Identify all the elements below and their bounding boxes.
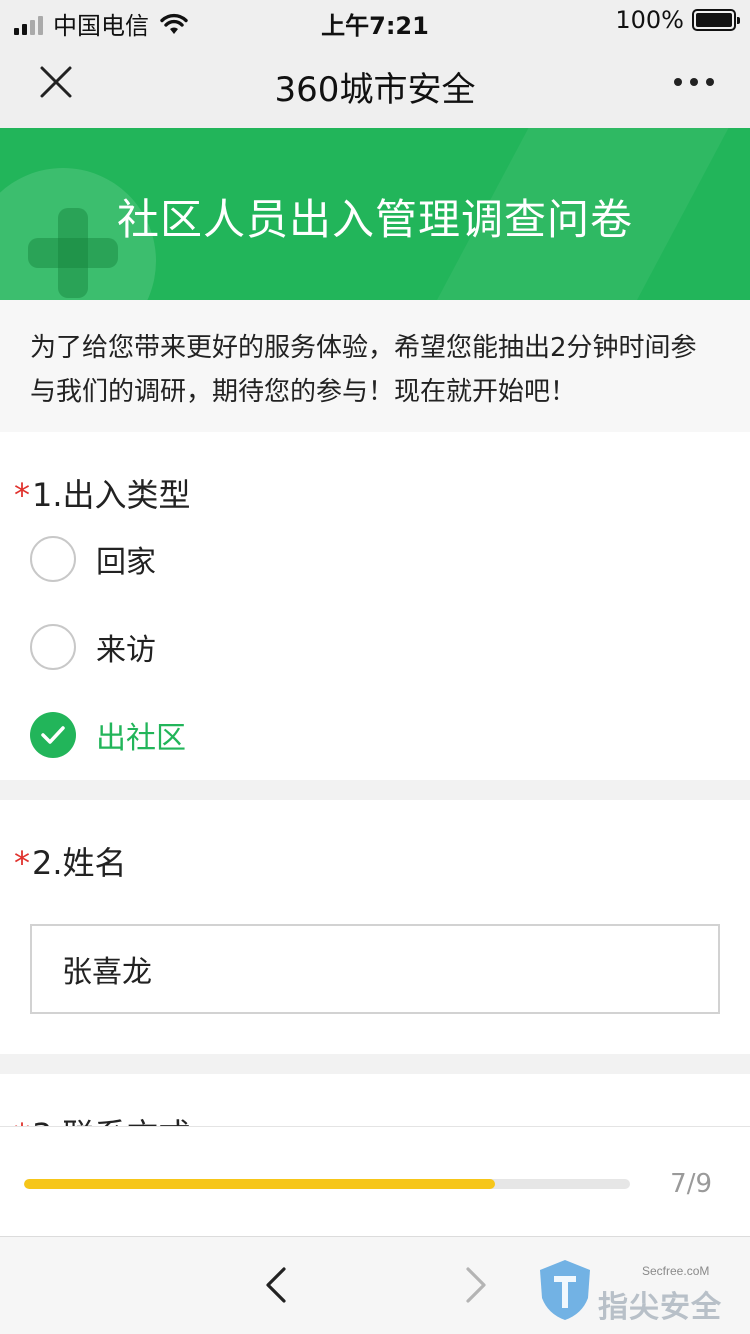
radio-button[interactable] xyxy=(30,624,76,670)
progress-area: 7/9 xyxy=(0,1126,750,1236)
chevron-right-icon[interactable] xyxy=(456,1263,496,1307)
status-right: 100% xyxy=(615,6,740,34)
watermark: Secfree.coM 指尖安全 xyxy=(538,1258,738,1328)
watermark-domain: Secfree.coM xyxy=(642,1264,710,1278)
watermark-text: 指尖安全 xyxy=(598,1290,722,1325)
nav-bar: 360城市安全 xyxy=(0,40,750,128)
radio-button-checked[interactable] xyxy=(30,712,76,758)
required-mark: * xyxy=(14,844,30,882)
question-title: *1.出入类型 xyxy=(14,470,191,516)
battery-icon xyxy=(692,9,740,31)
question-title: *2.姓名 xyxy=(14,838,127,884)
option-home[interactable]: 回家 xyxy=(30,536,156,582)
option-visit[interactable]: 来访 xyxy=(30,624,156,670)
question-card: *1.出入类型 回家 来访 出社区 xyxy=(0,432,750,780)
name-input[interactable] xyxy=(30,924,720,1014)
status-bar: 中国电信 上午7:21 100% xyxy=(0,0,750,40)
progress-bar xyxy=(24,1179,630,1189)
radio-button[interactable] xyxy=(30,536,76,582)
question-title-text: 2.姓名 xyxy=(32,844,127,882)
question-title-text: 1.出入类型 xyxy=(32,476,191,514)
progress-fill xyxy=(24,1179,496,1189)
progress-label: 7/9 xyxy=(670,1169,712,1199)
survey-banner: 社区人员出入管理调查问卷 xyxy=(0,128,750,300)
survey-intro: 为了给您带来更好的服务体验，希望您能抽出2分钟时间参与我们的调研，期待您的参与！… xyxy=(0,300,750,432)
option-label: 来访 xyxy=(96,633,156,668)
shield-icon xyxy=(540,1260,590,1320)
page-title: 360城市安全 xyxy=(274,70,476,110)
battery-percent: 100% xyxy=(615,6,684,34)
option-leave-community[interactable]: 出社区 xyxy=(30,712,186,758)
option-label: 回家 xyxy=(96,545,156,580)
more-icon[interactable] xyxy=(674,76,714,88)
survey-title: 社区人员出入管理调查问卷 xyxy=(116,195,633,244)
question-card: *3.联系方式 xyxy=(0,1074,750,1134)
chevron-left-icon[interactable] xyxy=(256,1263,296,1307)
question-card: *2.姓名 xyxy=(0,800,750,1054)
required-mark: * xyxy=(14,476,30,514)
checkmark-icon xyxy=(41,726,65,744)
option-label: 出社区 xyxy=(96,721,186,756)
